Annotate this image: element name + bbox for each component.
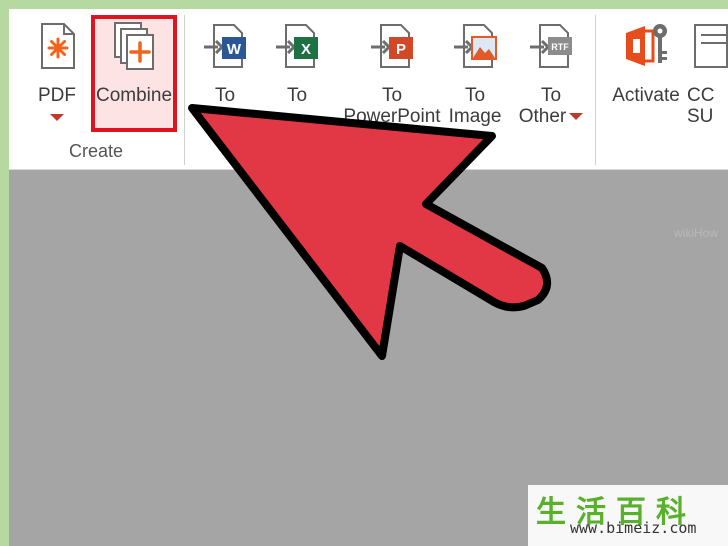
combine-button[interactable]: Combine	[93, 9, 175, 134]
to-word-button[interactable]: W To	[197, 9, 253, 134]
powerpoint-letter: P	[396, 41, 406, 58]
group-separator	[184, 15, 185, 165]
create-group-label: Create	[69, 141, 124, 161]
office-key-icon	[626, 24, 667, 66]
pdf-create-icon	[41, 23, 75, 69]
pdf-button[interactable]: PDF	[27, 9, 87, 134]
frame-border-left	[0, 0, 9, 546]
excel-letter: X	[301, 41, 311, 58]
activate-button[interactable]: Activate	[605, 9, 687, 134]
to-rtf-icon: RTF	[530, 24, 572, 68]
pdf-label: PDF	[38, 85, 76, 106]
to-excel-label: To	[286, 85, 308, 106]
to-powerpoint-icon: P	[371, 24, 413, 68]
to-image-button[interactable]: To Image	[445, 9, 505, 134]
combine-files-icon	[114, 22, 154, 70]
to-other-dropdown-caret[interactable]	[569, 113, 584, 121]
pdf-dropdown-caret[interactable]	[50, 114, 64, 121]
to-image-icon	[454, 24, 497, 68]
ribbon-toolbar: PDF Combine Create W To X To P To PowerP…	[9, 9, 728, 170]
site-watermark: 生活百科 www.bimeiz.com	[528, 485, 728, 546]
cc-support-label: CC SU	[687, 85, 715, 127]
group-separator	[595, 15, 596, 165]
cc-support-button[interactable]: CC SU	[687, 9, 728, 134]
to-word-label: To	[214, 85, 236, 106]
to-excel-button[interactable]: X To	[269, 9, 325, 134]
frame-border-top	[0, 0, 728, 9]
to-word-icon: W	[204, 24, 246, 68]
to-powerpoint-button[interactable]: P To PowerPoint	[337, 9, 447, 134]
watermark-url: www.bimeiz.com	[570, 519, 697, 537]
to-other-button[interactable]: RTF To Other	[515, 9, 587, 134]
to-powerpoint-label: To PowerPoint	[343, 85, 441, 127]
word-letter: W	[227, 41, 242, 58]
to-image-label: To Image	[448, 85, 502, 127]
to-other-label: To Other	[519, 85, 584, 127]
to-excel-icon: X	[276, 24, 318, 68]
wikihow-watermark: wikiHow	[674, 226, 719, 240]
rtf-letters: RTF	[551, 42, 569, 52]
support-icon	[694, 24, 728, 68]
combine-label: Combine	[95, 85, 173, 106]
activate-label: Activate	[612, 85, 680, 106]
